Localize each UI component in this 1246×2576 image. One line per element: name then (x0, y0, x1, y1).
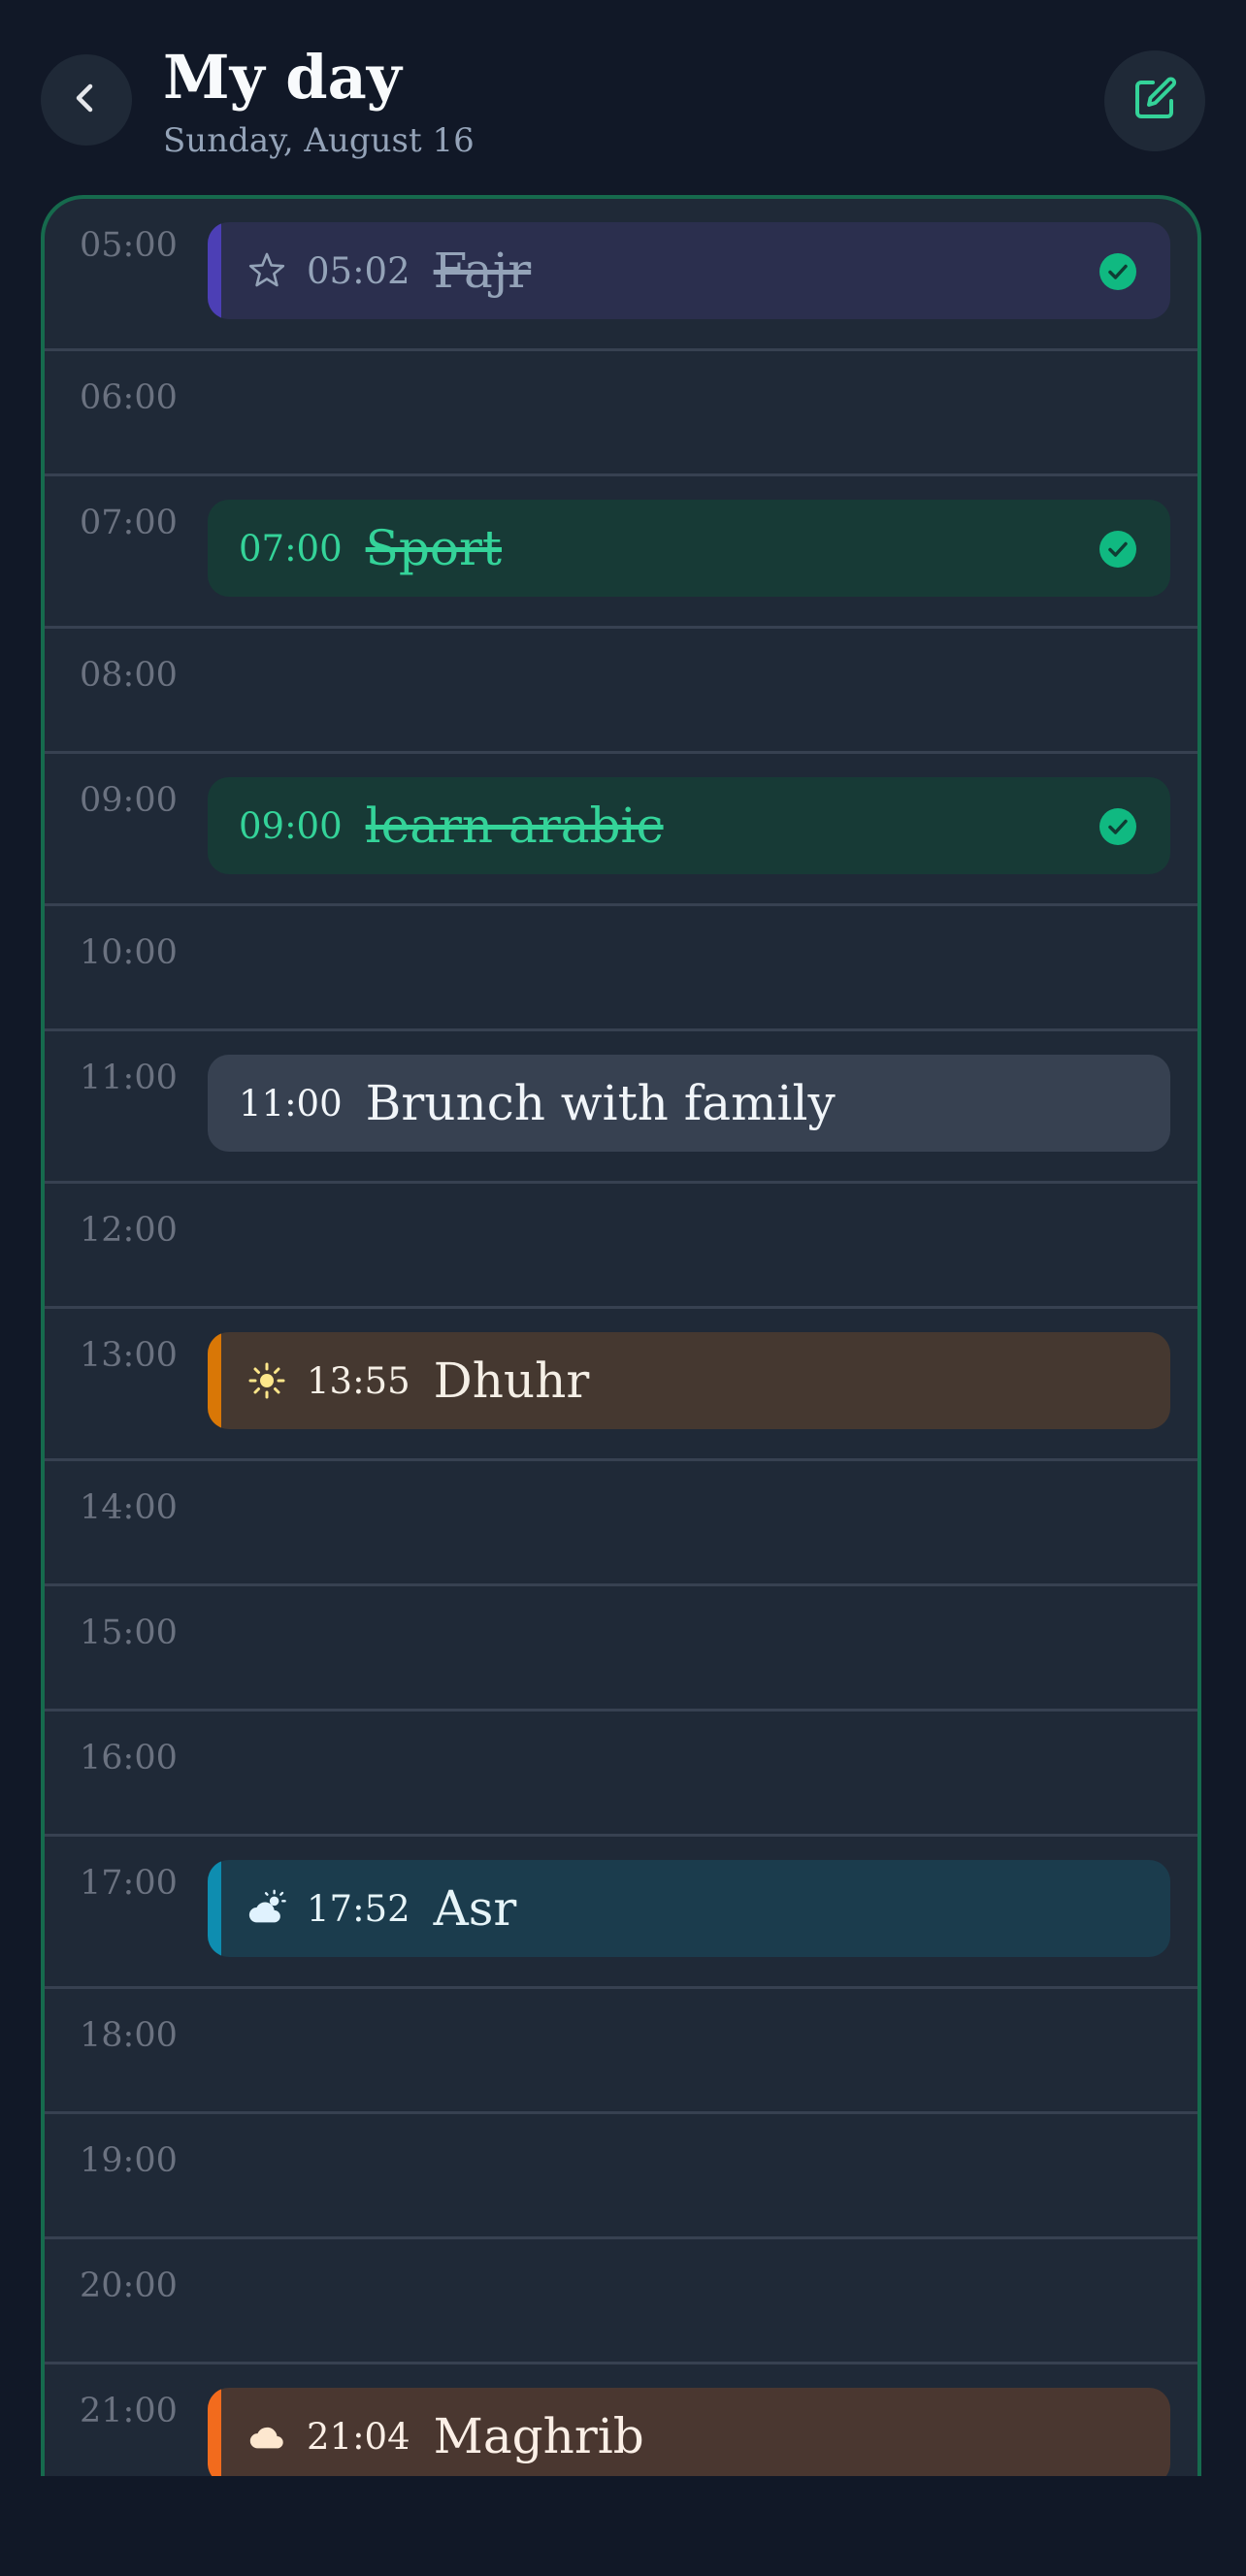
event-accent-bar (208, 2388, 221, 2476)
back-button[interactable] (41, 54, 132, 146)
day-timeline[interactable]: 05:00 05:02 Fajr 06:00 07:00 07:00 Sport 08:00 0… (41, 195, 1201, 2476)
hour-row-2000[interactable]: 20:00 (45, 2239, 1197, 2364)
event-title: learn arabic (365, 798, 664, 854)
hour-row-1100[interactable]: 11:00 11:00 Brunch with family (45, 1031, 1197, 1184)
event-time: 05:02 (307, 249, 410, 292)
event-sport[interactable]: 07:00 Sport (208, 500, 1170, 597)
event-learn-arabic[interactable]: 09:00 learn arabic (208, 777, 1170, 874)
event-asr[interactable]: 17:52 Asr (208, 1860, 1170, 1957)
page-title: My day (163, 42, 402, 113)
check-circle-icon[interactable] (1098, 807, 1137, 846)
event-accent-bar (208, 1860, 221, 1957)
hour-row-1900[interactable]: 19:00 (45, 2114, 1197, 2239)
hour-row-0600[interactable]: 06:00 (45, 351, 1197, 476)
hour-row-0900[interactable]: 09:00 09:00 learn arabic (45, 754, 1197, 906)
event-title: Sport (365, 520, 502, 576)
event-title: Brunch with family (365, 1075, 836, 1131)
hour-label: 07:00 (80, 504, 178, 542)
event-time: 13:55 (307, 1359, 410, 1402)
event-brunch-with-family[interactable]: 11:00 Brunch with family (208, 1055, 1170, 1152)
hour-label: 16:00 (80, 1739, 178, 1777)
sun-icon (246, 1360, 287, 1401)
bottom-area (0, 2476, 1246, 2576)
hour-row-1200[interactable]: 12:00 (45, 1184, 1197, 1309)
hour-label: 08:00 (80, 656, 178, 695)
check-circle-icon[interactable] (1098, 530, 1137, 569)
chevron-left-icon (67, 79, 106, 121)
event-time: 07:00 (239, 527, 343, 570)
hour-label: 14:00 (80, 1488, 178, 1527)
hour-label: 19:00 (80, 2141, 178, 2180)
cloud-icon (246, 2416, 287, 2457)
event-maghrib[interactable]: 21:04 Maghrib (208, 2388, 1170, 2476)
hour-label: 17:00 (80, 1864, 178, 1903)
event-time: 21:04 (307, 2415, 410, 2458)
hour-label: 09:00 (80, 781, 178, 820)
hour-label: 18:00 (80, 2016, 178, 2055)
event-fajr[interactable]: 05:02 Fajr (208, 222, 1170, 319)
header: My day Sunday, August 16 (0, 0, 1246, 194)
hour-row-1600[interactable]: 16:00 (45, 1712, 1197, 1837)
event-title: Fajr (433, 243, 532, 299)
hour-row-0500[interactable]: 05:00 05:02 Fajr (45, 199, 1197, 351)
event-title: Dhuhr (433, 1353, 590, 1409)
hour-label: 06:00 (80, 378, 178, 417)
event-dhuhr[interactable]: 13:55 Dhuhr (208, 1332, 1170, 1429)
hour-row-1400[interactable]: 14:00 (45, 1461, 1197, 1586)
edit-button[interactable] (1104, 50, 1205, 151)
hour-row-1500[interactable]: 15:00 (45, 1586, 1197, 1712)
hour-label: 15:00 (80, 1614, 178, 1652)
event-accent-bar (208, 1332, 221, 1429)
edit-note-icon (1130, 74, 1180, 128)
hour-label: 11:00 (80, 1059, 178, 1097)
hour-row-1300[interactable]: 13:00 13:55 Dhuhr (45, 1309, 1197, 1461)
hour-row-2100[interactable]: 21:00 21:04 Maghrib (45, 2364, 1197, 2476)
hour-label: 12:00 (80, 1211, 178, 1250)
event-title: Asr (433, 1880, 517, 1937)
event-title: Maghrib (433, 2408, 644, 2464)
hour-row-0800[interactable]: 08:00 (45, 629, 1197, 754)
event-time: 09:00 (239, 804, 343, 847)
hour-row-0700[interactable]: 07:00 07:00 Sport (45, 476, 1197, 629)
hour-label: 13:00 (80, 1336, 178, 1375)
star-icon (246, 250, 287, 291)
hour-row-1800[interactable]: 18:00 (45, 1989, 1197, 2114)
hour-row-1000[interactable]: 10:00 (45, 906, 1197, 1031)
event-accent-bar (208, 222, 221, 319)
event-time: 17:52 (307, 1887, 410, 1930)
cloud-sun-icon (246, 1888, 287, 1929)
hour-row-1700[interactable]: 17:00 17:52 Asr (45, 1837, 1197, 1989)
hour-label: 10:00 (80, 933, 178, 972)
hour-label: 20:00 (80, 2266, 178, 2305)
hour-label: 05:00 (80, 226, 178, 265)
check-circle-icon[interactable] (1098, 252, 1137, 291)
event-time: 11:00 (239, 1082, 343, 1125)
page-date: Sunday, August 16 (163, 121, 475, 160)
hour-label: 21:00 (80, 2392, 178, 2430)
